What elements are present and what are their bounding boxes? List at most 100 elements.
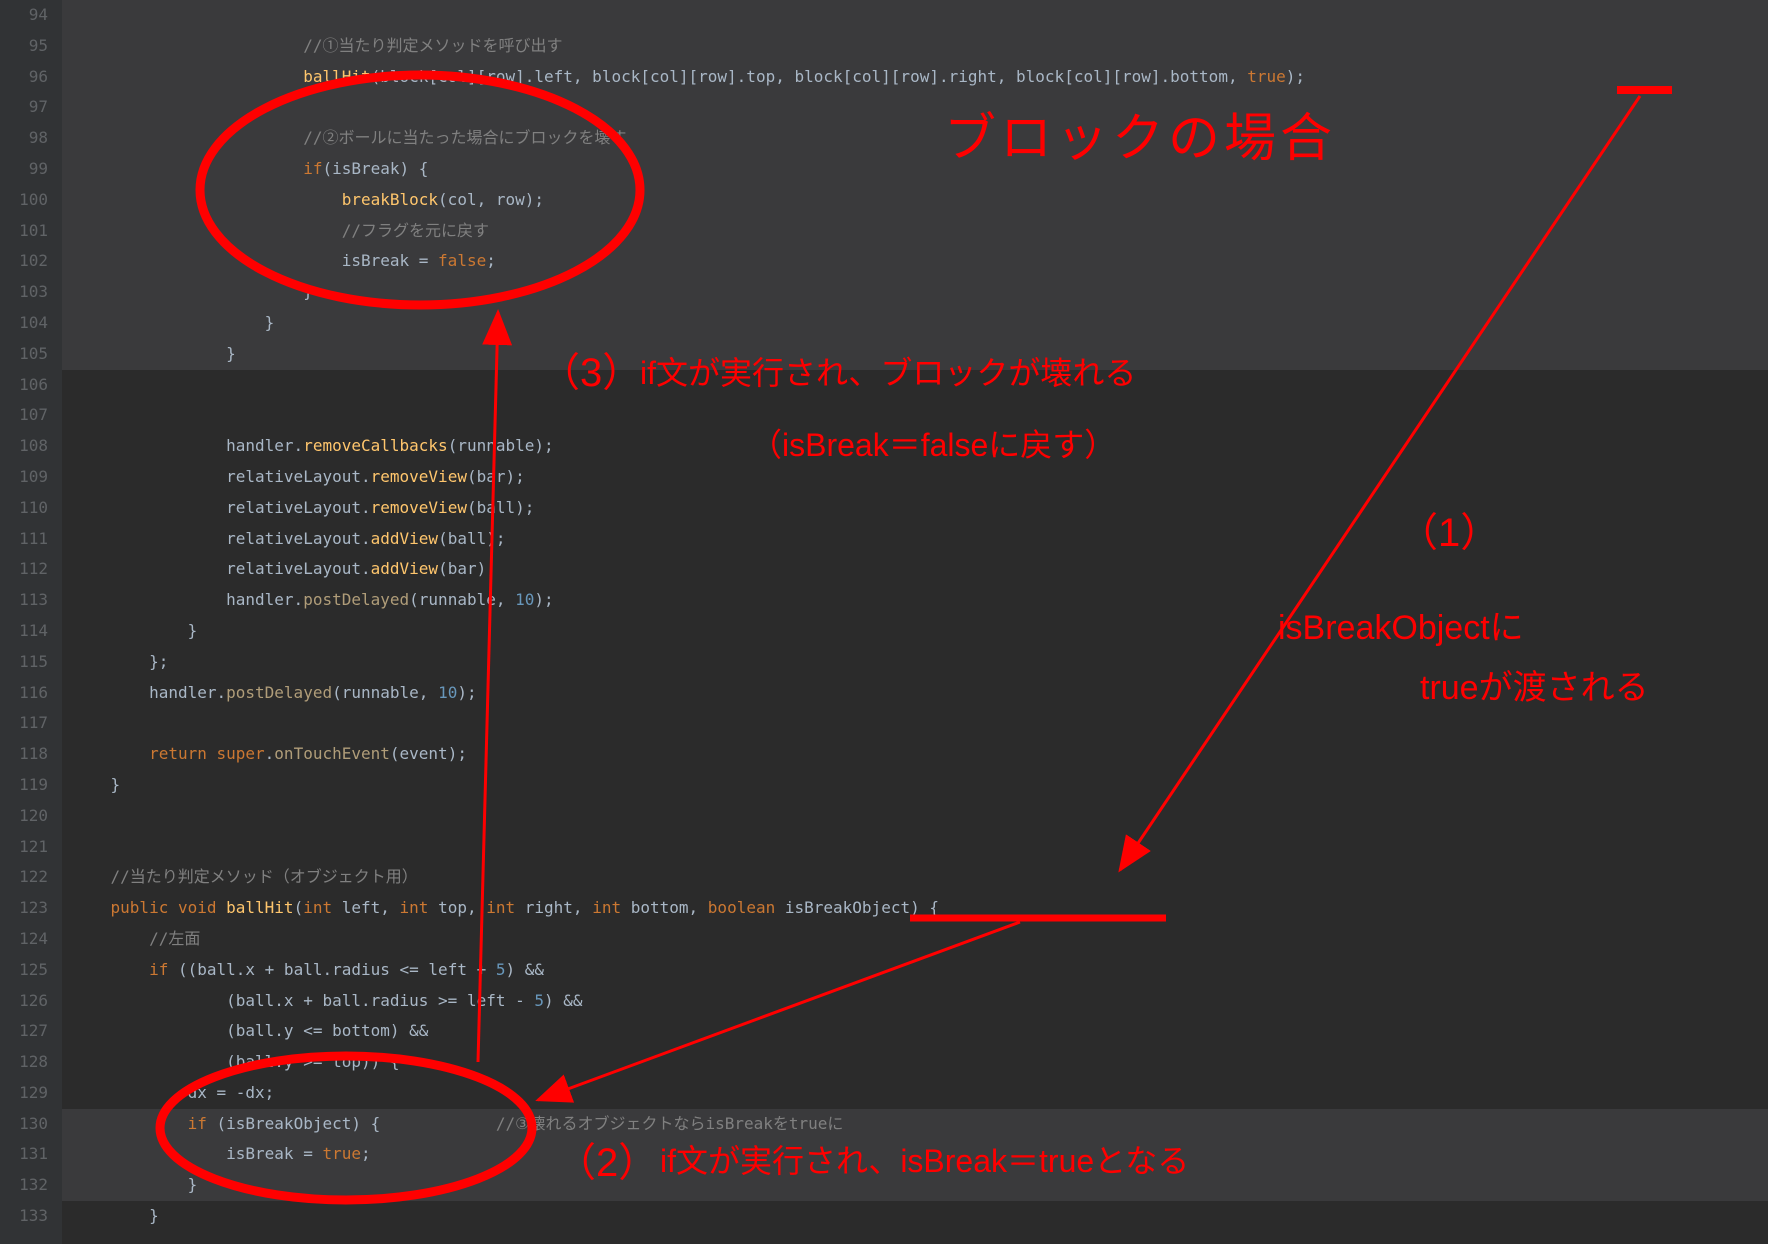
code-line[interactable]: relativeLayout.addView(ball); [62, 524, 1768, 555]
code-token: handler. [72, 436, 303, 455]
code-line[interactable] [62, 801, 1768, 832]
code-line[interactable]: } [62, 308, 1768, 339]
code-line[interactable]: } [62, 277, 1768, 308]
code-line[interactable] [62, 0, 1768, 31]
code-token: (ball); [438, 529, 505, 548]
code-line[interactable]: breakBlock(col, row); [62, 185, 1768, 216]
code-token: isBreak = [72, 1144, 322, 1163]
code-token: (ball.y >= top)) { [72, 1052, 400, 1071]
code-token: } [72, 282, 313, 301]
code-token: ); [457, 683, 476, 702]
code-token: relativeLayout. [72, 467, 371, 486]
line-number: 122 [6, 862, 48, 893]
code-token: (ball.x + ball.radius >= left - [72, 991, 534, 1010]
code-token [72, 929, 149, 948]
code-token: boolean [708, 898, 785, 917]
line-number: 114 [6, 616, 48, 647]
code-line[interactable]: public void ballHit(int left, int top, i… [62, 893, 1768, 924]
line-number: 99 [6, 154, 48, 185]
code-token: breakBlock [342, 190, 438, 209]
code-line[interactable]: (ball.x + ball.radius >= left - 5) && [62, 986, 1768, 1017]
code-line[interactable]: //①当たり判定メソッドを呼び出す [62, 31, 1768, 62]
code-token: return super [149, 744, 265, 763]
code-line[interactable]: //②ボールに当たった場合にブロックを壊す [62, 123, 1768, 154]
line-number: 95 [6, 31, 48, 62]
code-line[interactable] [62, 400, 1768, 431]
line-number: 103 [6, 277, 48, 308]
code-line[interactable] [62, 92, 1768, 123]
code-area[interactable]: //①当たり判定メソッドを呼び出す ballHit(block[col][row… [62, 0, 1768, 1244]
code-line[interactable]: } [62, 770, 1768, 801]
code-line[interactable]: } [62, 616, 1768, 647]
code-line[interactable]: return super.onTouchEvent(event); [62, 739, 1768, 770]
code-line[interactable]: }; [62, 647, 1768, 678]
code-token: (event); [390, 744, 467, 763]
code-token: addView [371, 559, 438, 578]
code-token [72, 159, 303, 178]
code-token [72, 67, 303, 86]
code-token [72, 128, 303, 147]
code-token: postDelayed [226, 683, 332, 702]
code-line[interactable]: //当たり判定メソッド（オブジェクト用） [62, 862, 1768, 893]
code-line[interactable]: if(isBreak) { [62, 154, 1768, 185]
code-line[interactable]: dx = -dx; [62, 1078, 1768, 1109]
code-token: 5 [534, 991, 544, 1010]
code-line[interactable]: relativeLayout.removeView(bar); [62, 462, 1768, 493]
code-line[interactable]: isBreak = false; [62, 246, 1768, 277]
code-token [72, 898, 111, 917]
code-token: int [400, 898, 439, 917]
code-token: (ball.y <= bottom) && [72, 1021, 428, 1040]
code-token: (runnable, [332, 683, 438, 702]
line-number: 130 [6, 1109, 48, 1140]
code-editor[interactable]: 9495969798991001011021031041051061071081… [0, 0, 1768, 1244]
code-token: } [72, 313, 274, 332]
code-token: //フラグを元に戻す [342, 221, 489, 240]
code-token: handler. [72, 683, 226, 702]
line-number: 94 [6, 0, 48, 31]
code-token: int [592, 898, 631, 917]
code-line[interactable]: isBreak = true; [62, 1139, 1768, 1170]
code-line[interactable] [62, 832, 1768, 863]
line-number: 104 [6, 308, 48, 339]
code-line[interactable]: handler.removeCallbacks(runnable); [62, 431, 1768, 462]
code-line[interactable] [62, 708, 1768, 739]
code-line[interactable]: ballHit(block[col][row].left, block[col]… [62, 62, 1768, 93]
code-line[interactable]: relativeLayout.addView(bar); [62, 554, 1768, 585]
line-number: 106 [6, 370, 48, 401]
code-token: right, [525, 898, 592, 917]
code-token: ; [361, 1144, 371, 1163]
code-line[interactable] [62, 370, 1768, 401]
code-line[interactable]: handler.postDelayed(runnable, 10); [62, 678, 1768, 709]
line-number: 133 [6, 1201, 48, 1232]
code-token [72, 960, 149, 979]
code-line[interactable]: } [62, 1170, 1768, 1201]
code-token: isBreakObject) { [785, 898, 939, 917]
code-token: ) && [544, 991, 583, 1010]
code-token: 10 [515, 590, 534, 609]
code-token: ( [294, 898, 304, 917]
code-token: //左面 [149, 929, 200, 948]
code-token: ; [486, 251, 496, 270]
line-number: 129 [6, 1078, 48, 1109]
code-token: (isBreakObject) { [217, 1114, 496, 1133]
code-line[interactable]: //フラグを元に戻す [62, 216, 1768, 247]
code-token: //②ボールに当たった場合にブロックを壊す [303, 128, 626, 147]
code-line[interactable]: (ball.y <= bottom) && [62, 1016, 1768, 1047]
code-line[interactable]: } [62, 1201, 1768, 1232]
code-line[interactable]: //左面 [62, 924, 1768, 955]
code-line[interactable]: } [62, 339, 1768, 370]
code-token: if [149, 960, 178, 979]
code-token [72, 1114, 188, 1133]
code-line[interactable]: if (isBreakObject) { //③壊れるオブジェクトならisBre… [62, 1109, 1768, 1140]
code-token: int [486, 898, 525, 917]
code-line[interactable]: (ball.y >= top)) { [62, 1047, 1768, 1078]
code-line[interactable]: relativeLayout.removeView(ball); [62, 493, 1768, 524]
line-number: 101 [6, 216, 48, 247]
code-token: removeView [371, 498, 467, 517]
code-token: top, [438, 898, 486, 917]
line-number: 110 [6, 493, 48, 524]
line-number: 116 [6, 678, 48, 709]
code-token: int [303, 898, 342, 917]
code-line[interactable]: if ((ball.x + ball.radius <= left + 5) &… [62, 955, 1768, 986]
code-line[interactable]: handler.postDelayed(runnable, 10); [62, 585, 1768, 616]
